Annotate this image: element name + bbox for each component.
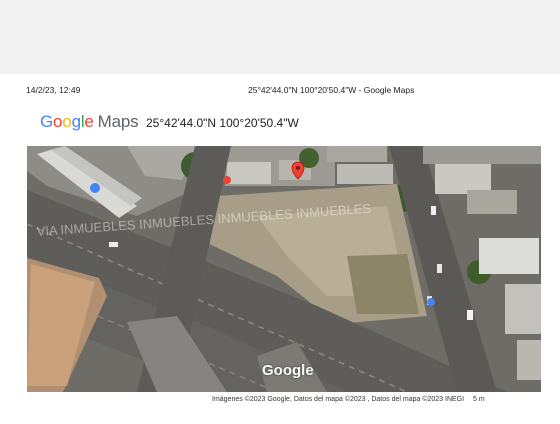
maps-logo-word: Maps [97,112,139,131]
satellite-map[interactable]: VIA INMUEBLES INMUEBLES INMUEBLES INMUEB… [27,146,541,392]
satellite-imagery: VIA INMUEBLES INMUEBLES INMUEBLES INMUEB… [27,146,541,392]
google-logo-word: Google [40,112,94,131]
logo-letter: G [40,112,54,131]
coordinates-heading: 25°42'44.0"N 100°20'50.4"W [146,116,299,130]
map-scale-label: 5 m [473,396,485,403]
print-page: 14/2/23, 12:49 25°42'44.0"N 100°20'50.4"… [0,0,560,424]
print-date-time: 14/2/23, 12:49 [26,85,81,95]
print-page-title: 25°42'44.0"N 100°20'50.4"W - Google Maps [248,85,415,95]
map-attribution: Imágenes ©2023 Google, Datos del mapa ©2… [212,396,465,403]
top-blank-band [0,0,560,74]
logo-letter: o [53,112,63,131]
google-map-watermark: Google [262,362,314,379]
google-maps-logo[interactable]: Google Maps [40,112,139,132]
logo-letter: o [62,112,72,131]
logo-letter: e [84,112,94,131]
logo-letter: g [71,112,81,131]
